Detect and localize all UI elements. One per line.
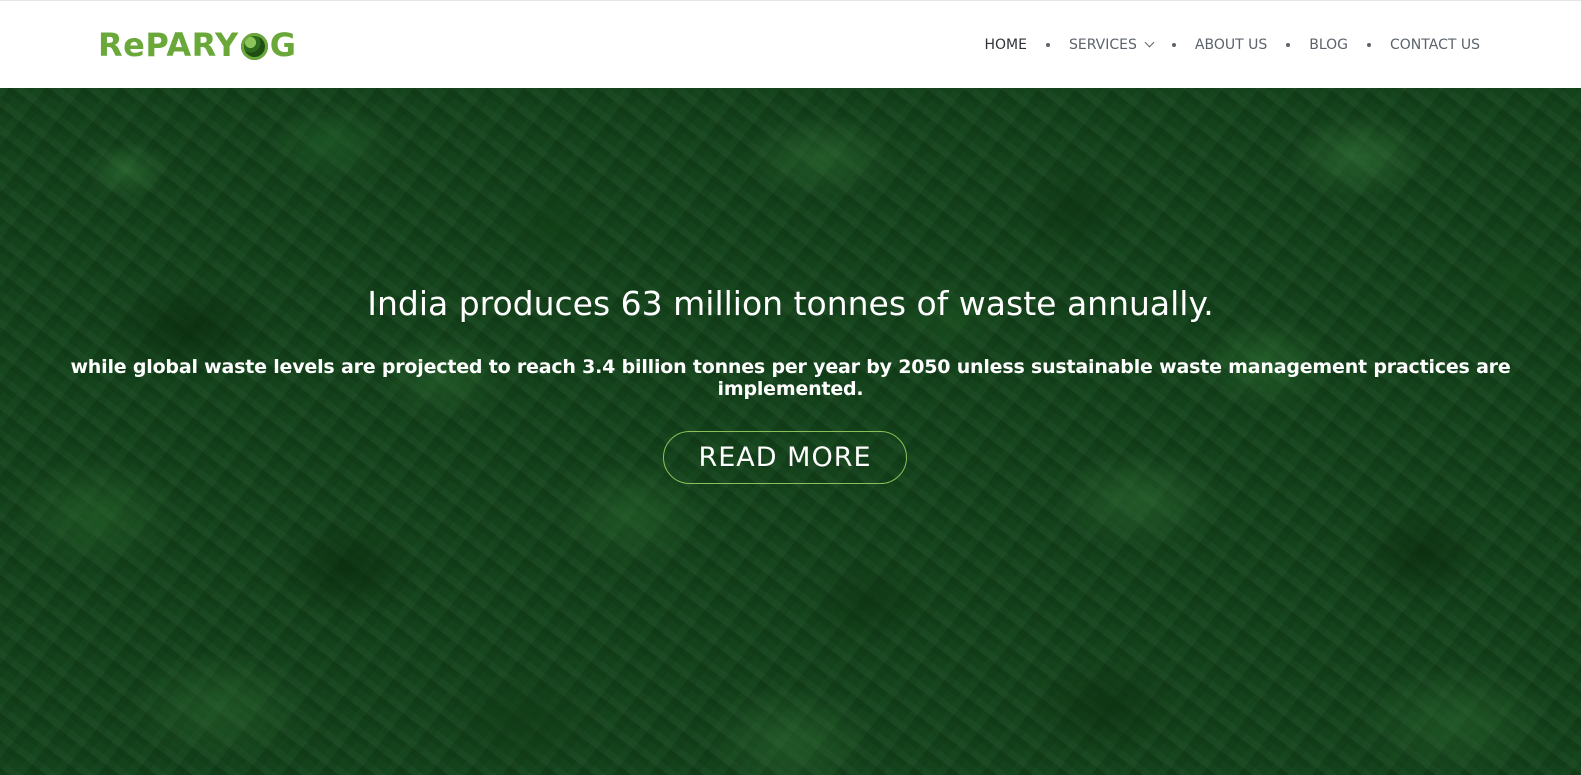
site-header: RePARY G HOME SERVICES ABOUT US BLOG CONT… <box>0 0 1581 88</box>
nav-item-blog[interactable]: BLOG <box>1309 37 1348 53</box>
nav-separator-dot <box>1367 43 1372 47</box>
hero-title: India produces 63 million tonnes of wast… <box>367 284 1214 323</box>
nav-separator-dot <box>1286 43 1291 47</box>
nav-item-services-label: SERVICES <box>1068 37 1137 53</box>
logo-text-suffix: G <box>269 26 297 64</box>
nav-item-home[interactable]: HOME <box>984 37 1026 53</box>
nav-separator-dot <box>1171 43 1176 47</box>
nav-item-services[interactable]: SERVICES <box>1068 37 1155 53</box>
globe-icon <box>240 32 268 60</box>
hero-subtitle: while global waste levels are projected … <box>70 356 1511 400</box>
nav-item-contact-us[interactable]: CONTACT US <box>1390 37 1480 53</box>
hero-banner: India produces 63 million tonnes of wast… <box>0 88 1581 775</box>
nav-separator-dot <box>1045 43 1050 47</box>
read-more-button[interactable]: READ MORE <box>663 431 907 484</box>
logo-text-prefix: RePARY <box>98 26 239 64</box>
chevron-down-icon <box>1144 37 1155 47</box>
site-logo[interactable]: RePARY G <box>98 25 296 65</box>
nav-item-about-us[interactable]: ABOUT US <box>1195 37 1267 53</box>
main-nav: HOME SERVICES ABOUT US BLOG CONTACT US <box>984 1 1480 89</box>
